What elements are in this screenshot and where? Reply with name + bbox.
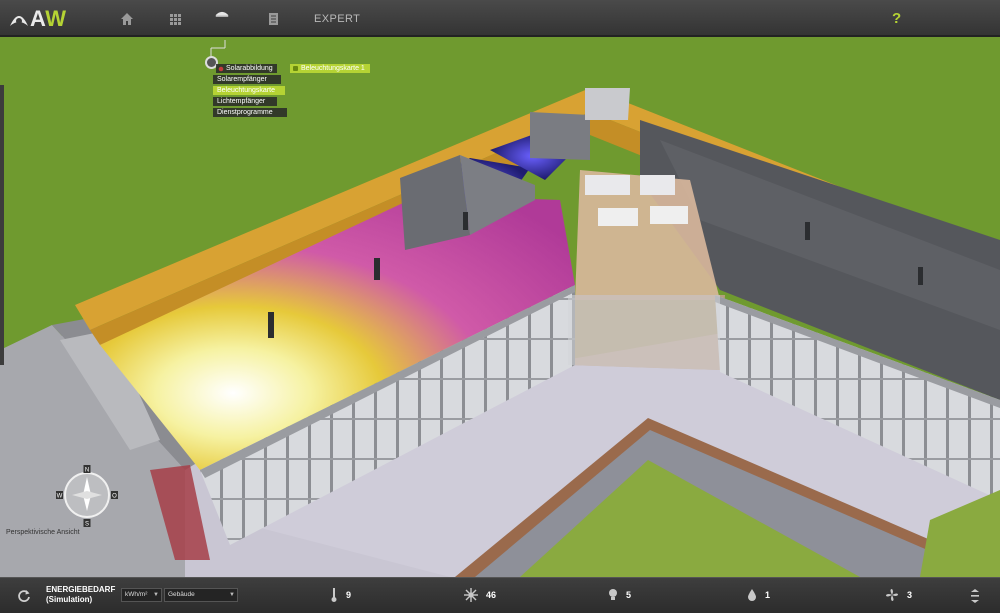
building-scene[interactable]	[0, 37, 1000, 577]
lightbulb-icon	[609, 589, 617, 600]
expand-panel-icon[interactable]	[970, 589, 980, 603]
compass-south-label: S	[85, 522, 89, 528]
view-mode-label: Perspektivische Ansicht	[6, 529, 80, 536]
bottom-status-bar: ENERGIEBEDARF (Simulation) kWh/m² ▼ Gebäu…	[0, 577, 1000, 613]
home-icon[interactable]	[119, 11, 135, 27]
expert-tab[interactable]: EXPERT	[314, 13, 360, 25]
top-toolbar: AW EXPERT ?	[0, 0, 1000, 37]
unit-select[interactable]: kWh/m² ▼	[121, 588, 162, 602]
compass-west-label: W	[57, 494, 63, 500]
fan-icon	[886, 589, 898, 601]
refresh-icon[interactable]	[17, 589, 31, 603]
document-icon[interactable]	[265, 11, 281, 27]
chevron-down-icon: ▼	[153, 592, 159, 598]
sun-mini-icon	[218, 66, 224, 72]
energy-demand-title: ENERGIEBEDARF (Simulation)	[46, 585, 116, 604]
stat-sun: 46	[464, 587, 496, 603]
menu-item-beleuchtungskarte[interactable]: Beleuchtungskarte	[213, 86, 285, 95]
submenu-beleuchtungskarte-1[interactable]: Beleuchtungskarte 1	[290, 64, 370, 73]
menu-connector	[210, 40, 226, 56]
menu-item-dienstprogramme[interactable]: Dienstprogramme	[213, 108, 287, 117]
3d-viewport[interactable]	[0, 37, 1000, 577]
grid-icon[interactable]	[167, 11, 183, 27]
menu-item-solarabbildung[interactable]: Solarabbildung	[216, 64, 277, 73]
help-button[interactable]: ?	[892, 10, 901, 27]
stat-water: 1	[747, 587, 770, 603]
stat-lightbulb: 5	[608, 587, 631, 603]
map-marker-icon	[293, 66, 298, 71]
water-drop-icon	[748, 589, 756, 601]
logo-text: AW	[30, 6, 67, 31]
compass-east-label: O	[112, 494, 117, 500]
stat-fan: 3	[885, 587, 912, 603]
sun-icon	[464, 588, 478, 602]
scope-select[interactable]: Gebäude ▼	[164, 588, 238, 602]
compass-north-label: N	[85, 468, 89, 474]
thermometer-icon	[331, 588, 337, 602]
menu-item-lichtempfaenger[interactable]: Lichtempfänger	[213, 97, 277, 106]
logo-icon	[10, 16, 28, 26]
menu-item-solarempfaenger[interactable]: Solarempfänger	[213, 75, 281, 84]
side-panel-handle[interactable]	[0, 85, 4, 365]
stat-thermometer: 9	[330, 587, 351, 603]
chevron-down-icon: ▼	[229, 592, 235, 598]
lamp-icon[interactable]	[214, 7, 230, 23]
app-logo[interactable]: AW	[8, 6, 66, 32]
